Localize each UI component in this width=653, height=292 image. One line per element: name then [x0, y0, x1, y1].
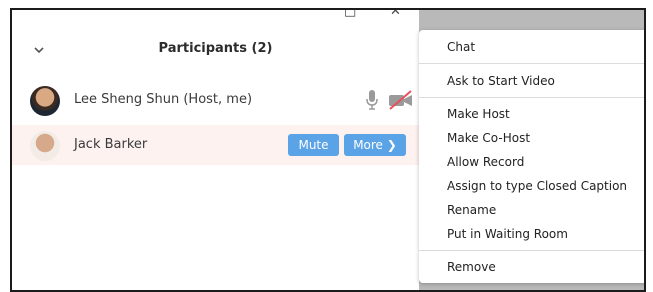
menu-divider [419, 63, 644, 64]
video-off-icon[interactable] [387, 90, 417, 110]
menu-item-make-host[interactable]: Make Host [447, 107, 510, 121]
close-window-button[interactable]: ✕ [390, 10, 401, 19]
menu-item-ask-to-start-video[interactable]: Ask to Start Video [447, 74, 555, 88]
restore-window-button[interactable]: □ [344, 10, 356, 19]
menu-item-remove[interactable]: Remove [447, 260, 496, 274]
menu-item-put-in-waiting-room[interactable]: Put in Waiting Room [447, 227, 568, 241]
menu-divider [419, 97, 644, 98]
participant-context-menu: Chat Ask to Start Video Make Host Make C… [419, 30, 644, 283]
more-button[interactable]: More ❯ [344, 134, 406, 156]
zoom-window: □ ✕ Participants (2) Lee Sheng Shun (Hos… [10, 8, 646, 292]
participants-panel: □ ✕ Participants (2) Lee Sheng Shun (Hos… [12, 10, 419, 290]
menu-divider [419, 250, 644, 251]
avatar [30, 86, 60, 116]
participant-name: Jack Barker [74, 137, 148, 152]
menu-item-assign-closed-caption[interactable]: Assign to type Closed Caption [447, 179, 627, 193]
avatar [30, 131, 60, 161]
menu-item-allow-record[interactable]: Allow Record [447, 155, 524, 169]
menu-item-rename[interactable]: Rename [447, 203, 496, 217]
microphone-icon[interactable] [365, 89, 379, 111]
menu-item-chat[interactable]: Chat [447, 40, 475, 54]
panel-title: Participants (2) [158, 41, 273, 56]
mute-button[interactable]: Mute [288, 134, 339, 156]
participant-row-highlighted[interactable]: Jack Barker Mute More ❯ [12, 125, 419, 165]
participant-name: Lee Sheng Shun (Host, me) [74, 92, 253, 107]
menu-item-make-co-host[interactable]: Make Co-Host [447, 131, 530, 145]
participant-row[interactable]: Lee Sheng Shun (Host, me) [12, 80, 419, 120]
